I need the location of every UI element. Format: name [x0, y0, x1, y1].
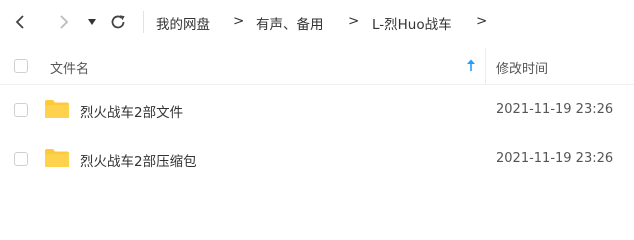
breadcrumb-separator: > — [476, 13, 488, 29]
select-all-checkbox[interactable] — [14, 59, 28, 73]
column-header-name[interactable]: 文件名 — [50, 58, 89, 77]
breadcrumb-separator: > — [348, 13, 360, 29]
row-checkbox[interactable] — [14, 103, 28, 117]
row-checkbox[interactable] — [14, 152, 28, 166]
toolbar: 我的网盘 > 有声、备用 > L-烈Huo战车 > — [0, 0, 634, 44]
history-dropdown-button[interactable] — [80, 10, 104, 34]
refresh-button[interactable] — [106, 10, 130, 34]
forward-button[interactable] — [52, 10, 76, 34]
column-header-modified[interactable]: 修改时间 — [496, 58, 548, 77]
breadcrumb-item-current-folder[interactable]: L-烈Huo战车 — [372, 13, 452, 33]
chevron-left-icon — [15, 15, 24, 29]
file-name[interactable]: 烈火战车2部压缩包 — [80, 150, 197, 170]
file-name[interactable]: 烈火战车2部文件 — [80, 101, 183, 121]
table-row[interactable]: 烈火战车2部文件 2021-11-19 23:26 — [0, 86, 634, 134]
back-button[interactable] — [8, 10, 32, 34]
caret-down-icon — [88, 19, 96, 25]
sort-arrow-up-icon[interactable] — [466, 59, 476, 72]
column-divider[interactable] — [485, 48, 486, 84]
breadcrumb-item-my-drive[interactable]: 我的网盘 — [156, 13, 210, 33]
breadcrumb-item-audio-backup[interactable]: 有声、备用 — [256, 13, 324, 33]
toolbar-divider — [143, 11, 144, 33]
breadcrumb-separator: > — [233, 13, 245, 29]
chevron-right-icon — [60, 15, 69, 29]
folder-icon — [45, 149, 69, 167]
folder-icon — [45, 100, 69, 118]
refresh-icon — [111, 15, 125, 29]
file-modified-time: 2021-11-19 23:26 — [496, 151, 614, 166]
table-row[interactable]: 烈火战车2部压缩包 2021-11-19 23:26 — [0, 135, 634, 183]
file-modified-time: 2021-11-19 23:26 — [496, 102, 614, 117]
